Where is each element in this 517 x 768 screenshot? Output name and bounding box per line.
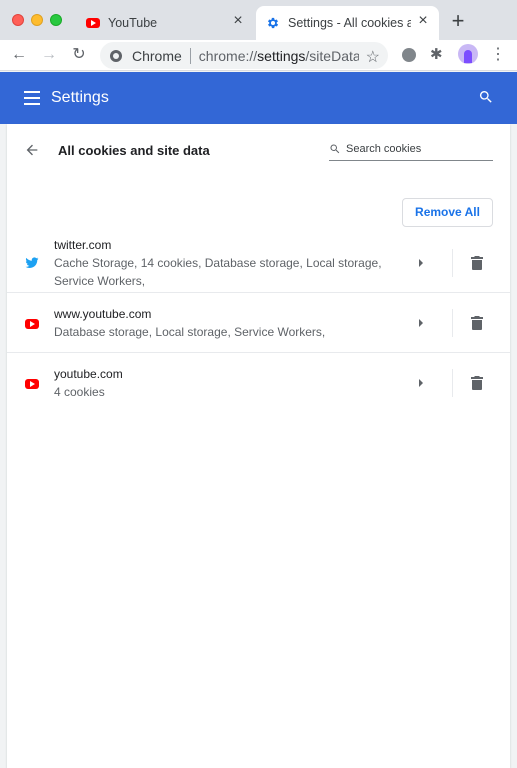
- bookmark-star-icon[interactable]: ☆: [366, 47, 380, 67]
- cookies-panel: All cookies and site data Remove All twi…: [7, 124, 510, 768]
- trash-icon[interactable]: [471, 316, 483, 330]
- settings-title: Settings: [51, 89, 109, 106]
- tab-title: Settings - All cookies and site data: [288, 16, 411, 30]
- expand-arrow-icon[interactable]: [419, 259, 423, 267]
- extension-icon[interactable]: [402, 48, 416, 62]
- youtube-icon: [86, 16, 100, 30]
- twitter-icon: [25, 256, 39, 270]
- site-name: twitter.com: [54, 238, 112, 252]
- search-icon: [329, 142, 341, 154]
- settings-header: Settings: [0, 72, 517, 124]
- browser-toolbar: ← → ↻ Chrome chrome://settings/siteData …: [0, 40, 517, 71]
- menu-kebab-icon[interactable]: ⋮: [490, 45, 506, 65]
- tab-close-icon[interactable]: ×: [230, 13, 246, 29]
- trash-icon[interactable]: [471, 376, 483, 390]
- row-divider: [452, 249, 453, 277]
- site-name: www.youtube.com: [54, 307, 152, 321]
- tab-close-icon[interactable]: ×: [415, 13, 431, 29]
- tab-title: YouTube: [108, 16, 158, 30]
- back-arrow-icon[interactable]: ←: [9, 45, 29, 65]
- settings-gear-icon: [266, 16, 280, 30]
- hamburger-menu-icon[interactable]: [24, 91, 40, 105]
- row-divider: [452, 309, 453, 337]
- window-close-button[interactable]: [12, 14, 24, 26]
- back-arrow-icon[interactable]: [24, 142, 40, 158]
- profile-avatar[interactable]: [458, 44, 478, 64]
- site-detail: 4 cookies: [54, 385, 105, 399]
- reload-icon[interactable]: ↻: [69, 45, 89, 65]
- tab-youtube[interactable]: YouTube ×: [76, 6, 254, 40]
- window-maximize-button[interactable]: [50, 14, 62, 26]
- omnibox-separator: [189, 47, 191, 64]
- tab-strip: YouTube × Settings - All cookies and sit…: [0, 0, 517, 40]
- page-title: All cookies and site data: [58, 143, 210, 158]
- row-divider: [452, 369, 453, 397]
- tab-settings[interactable]: Settings - All cookies and site data ×: [256, 6, 439, 40]
- site-row-youtube[interactable]: youtube.com 4 cookies: [7, 354, 510, 413]
- new-tab-plus-icon[interactable]: +: [449, 10, 467, 32]
- search-icon[interactable]: [478, 89, 494, 105]
- omnibox-chrome-label: Chrome: [132, 47, 182, 64]
- site-detail: Cache Storage, 14 cookies, Database stor…: [54, 256, 382, 288]
- sub-page-header: All cookies and site data: [7, 124, 510, 176]
- site-detail: Database storage, Local storage, Service…: [54, 325, 326, 339]
- search-cookies-field: [329, 140, 493, 161]
- forward-arrow-icon[interactable]: →: [39, 45, 59, 65]
- youtube-icon: [25, 377, 39, 391]
- trash-icon[interactable]: [471, 256, 483, 270]
- expand-arrow-icon[interactable]: [419, 379, 423, 387]
- url-text: chrome://settings/siteData: [198, 47, 359, 64]
- site-row-twitter[interactable]: twitter.com Cache Storage, 14 cookies, D…: [7, 233, 510, 293]
- site-row-www-youtube[interactable]: www.youtube.com Database storage, Local …: [7, 294, 510, 353]
- remove-all-button[interactable]: Remove All: [402, 198, 493, 227]
- address-bar[interactable]: Chrome chrome://settings/siteData ☆: [100, 42, 388, 69]
- chrome-logo-icon: [110, 49, 122, 62]
- search-cookies-input[interactable]: [346, 140, 492, 158]
- window-minimize-button[interactable]: [31, 14, 43, 26]
- youtube-icon: [25, 317, 39, 331]
- site-name: youtube.com: [54, 367, 123, 381]
- expand-arrow-icon[interactable]: [419, 319, 423, 327]
- extensions-puzzle-icon[interactable]: ✱: [430, 47, 444, 62]
